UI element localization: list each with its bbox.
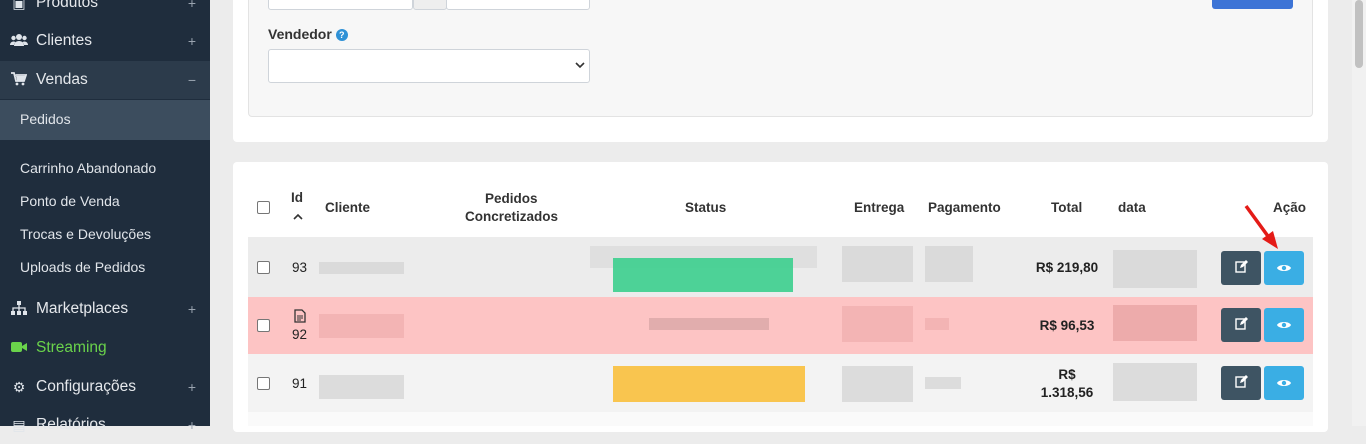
plus-icon: +	[187, 301, 196, 317]
row-total: R$ 96,53	[1039, 318, 1095, 333]
header-status[interactable]: Status	[685, 200, 726, 215]
redacted-pagamento	[925, 318, 949, 330]
edit-button[interactable]	[1221, 366, 1261, 400]
help-icon[interactable]: ?	[335, 29, 348, 41]
row-total: R$ 219,80	[1035, 260, 1099, 275]
sidebar-subitem-pedidos[interactable]: Pedidos	[0, 100, 210, 140]
redacted-status-text	[649, 318, 769, 330]
edit-button[interactable]	[1221, 308, 1261, 342]
row-checkbox[interactable]	[257, 261, 270, 274]
redacted-data	[1113, 363, 1197, 401]
filter-input-addon	[413, 0, 447, 10]
sidebar-subitem-carrinho[interactable]: Carrinho Abandonado	[20, 160, 156, 176]
scrollbar-thumb[interactable]	[1355, 0, 1363, 68]
sidebar-item-label: Vendas	[36, 71, 88, 88]
sidebar-subitem-ponto-venda[interactable]: Ponto de Venda	[20, 193, 120, 209]
eye-icon	[1277, 375, 1291, 391]
sidebar: ▣ Produtos + Clientes + Vendas − Pedidos…	[0, 0, 210, 433]
edit-icon	[1234, 317, 1248, 333]
redacted-entrega	[842, 366, 913, 402]
header-pedidos-line1[interactable]: Pedidos	[485, 191, 538, 206]
camera-icon: ▣	[12, 0, 26, 11]
view-button[interactable]	[1264, 251, 1304, 285]
plus-icon: +	[187, 0, 196, 11]
sitemap-icon	[10, 300, 28, 318]
sidebar-item-label: Marketplaces	[36, 300, 129, 317]
sidebar-item-label: Configurações	[36, 378, 136, 395]
redacted-pagamento	[925, 377, 961, 389]
sidebar-item-label: Streaming	[36, 339, 107, 356]
plus-icon: +	[187, 379, 196, 395]
row-checkbox[interactable]	[257, 319, 270, 332]
scrollbar[interactable]	[1352, 0, 1366, 426]
sidebar-subitem-uploads[interactable]: Uploads de Pedidos	[20, 259, 145, 275]
redacted-entrega	[842, 246, 913, 282]
sidebar-item-clientes[interactable]: Clientes +	[0, 22, 210, 60]
row-id[interactable]: 92	[292, 327, 307, 342]
status-badge-green	[613, 258, 793, 292]
sidebar-subitem-trocas[interactable]: Trocas e Devoluções	[20, 226, 151, 242]
header-pagamento[interactable]: Pagamento	[928, 200, 1001, 215]
eye-icon	[1277, 260, 1291, 276]
plus-icon: +	[187, 417, 196, 433]
video-camera-icon	[10, 340, 28, 356]
edit-icon	[1234, 260, 1248, 276]
plus-icon: +	[187, 33, 196, 49]
header-id[interactable]: Id	[291, 190, 303, 205]
sidebar-subitem-label: Pedidos	[20, 111, 71, 127]
filter-input-end[interactable]	[446, 0, 590, 10]
filter-submit-button[interactable]	[1212, 0, 1293, 9]
header-pedidos-line2[interactable]: Concretizados	[465, 209, 558, 224]
redacted-data	[1113, 305, 1197, 341]
row-id[interactable]: 93	[292, 260, 307, 275]
sort-up-icon[interactable]	[293, 208, 303, 226]
vendedor-select[interactable]	[268, 49, 590, 83]
annotation-arrow	[1242, 203, 1282, 256]
sidebar-divider	[0, 140, 210, 148]
chevron-down-icon	[575, 58, 585, 72]
redacted-entrega	[842, 306, 913, 342]
sidebar-item-configuracoes[interactable]: ⚙ Configurações +	[0, 368, 210, 406]
status-badge-yellow	[613, 366, 805, 402]
row-total-line1: R$	[1058, 367, 1076, 382]
edit-button[interactable]	[1221, 251, 1261, 285]
sidebar-item-label: Relatórios	[36, 416, 106, 433]
sidebar-item-label: Produtos	[36, 0, 99, 11]
document-icon	[294, 309, 306, 328]
redacted-pagamento	[925, 246, 973, 282]
gears-icon: ⚙	[12, 378, 26, 395]
cart-icon	[10, 71, 28, 89]
minus-icon: −	[187, 72, 196, 88]
sidebar-item-produtos[interactable]: ▣ Produtos +	[0, 0, 210, 22]
vendedor-label-text: Vendedor	[268, 26, 332, 42]
view-button[interactable]	[1264, 308, 1304, 342]
vendedor-label: Vendedor?	[268, 26, 348, 42]
filter-input-start[interactable]	[268, 0, 413, 10]
header-data[interactable]: data	[1118, 200, 1146, 215]
redacted-cliente	[319, 375, 404, 399]
row-id[interactable]: 91	[292, 376, 307, 391]
row-total-line2: 1.318,56	[1040, 385, 1094, 400]
sidebar-item-relatorios[interactable]: ▤ Relatórios +	[0, 406, 210, 444]
users-icon	[10, 33, 28, 50]
redacted-cliente	[319, 262, 404, 274]
bar-chart-icon: ▤	[12, 416, 26, 433]
sidebar-item-streaming[interactable]: Streaming	[0, 329, 210, 367]
header-total[interactable]: Total	[1051, 200, 1082, 215]
sidebar-item-marketplaces[interactable]: Marketplaces +	[0, 290, 210, 328]
view-button[interactable]	[1264, 366, 1304, 400]
row-checkbox[interactable]	[257, 377, 270, 390]
table-row	[248, 412, 1313, 426]
eye-icon	[1277, 317, 1291, 333]
redacted-data	[1113, 250, 1197, 288]
header-cliente[interactable]: Cliente	[325, 200, 370, 215]
sidebar-item-label: Clientes	[36, 32, 92, 49]
redacted-cliente	[319, 314, 404, 338]
select-all-checkbox[interactable]	[257, 201, 270, 214]
edit-icon	[1234, 375, 1248, 391]
sidebar-item-vendas[interactable]: Vendas −	[0, 61, 210, 99]
header-entrega[interactable]: Entrega	[854, 200, 904, 215]
